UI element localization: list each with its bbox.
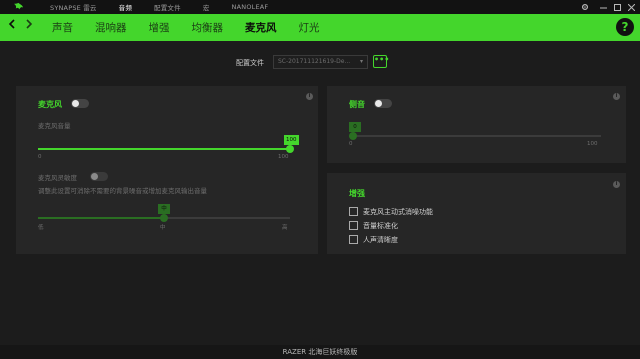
microphone-title: 麦克风 <box>38 100 62 109</box>
help-button[interactable]: ? <box>616 18 634 36</box>
info-icon[interactable]: i <box>306 93 313 100</box>
maximize-icon[interactable] <box>610 0 624 14</box>
sidetone-value: 0 <box>349 122 361 132</box>
microphone-toggle[interactable] <box>71 99 89 108</box>
microphone-volume-slider[interactable]: 100 <box>38 135 299 153</box>
enhancement-panel: i 增强 麦克风主动式消噪功能 音量标准化 人声清晰度 <box>327 173 626 254</box>
top-nav-item-profiles[interactable]: 配置文件 <box>154 2 181 12</box>
microphone-sensitivity-mid: 中 <box>160 225 166 231</box>
profile-dropdown[interactable]: SC-201711121619-De... ▾ <box>273 55 368 69</box>
microphone-sensitivity-fill <box>38 217 164 219</box>
microphone-volume-fill <box>38 148 290 150</box>
top-nav-item-macros[interactable]: 宏 <box>203 2 210 12</box>
microphone-sensitivity-low: 低 <box>38 225 44 231</box>
tab-sound[interactable]: 声音 <box>52 20 73 35</box>
razer-logo-icon[interactable] <box>13 2 24 13</box>
vocal-clarity-checkbox[interactable] <box>349 235 358 244</box>
microphone-sensitivity-high: 高 <box>282 225 288 231</box>
volume-normalization-label: 音量标准化 <box>363 222 398 230</box>
tab-mixer[interactable]: 混响器 <box>95 20 127 35</box>
sidetone-slider[interactable]: 0 <box>349 122 601 140</box>
profile-dropdown-value: SC-201711121619-De... <box>278 58 351 65</box>
sidetone-toggle[interactable] <box>374 99 392 108</box>
tab-lighting[interactable]: 灯光 <box>299 20 320 35</box>
info-icon[interactable]: i <box>613 181 620 188</box>
microphone-sensitivity-label: 麦克风灵敏度 <box>38 174 77 182</box>
tab-microphone[interactable]: 麦克风 <box>245 20 277 35</box>
minimize-icon[interactable] <box>596 0 610 14</box>
microphone-sensitivity-knob[interactable] <box>160 214 168 222</box>
top-nav: SYNAPSE 雷云 音频 配置文件 宏 NANOLEAF <box>50 0 290 14</box>
microphone-volume-label: 麦克风音量 <box>38 122 71 130</box>
noise-cancellation-checkbox[interactable] <box>349 207 358 216</box>
sidetone-panel: i 侧音 0 0 100 <box>327 86 626 163</box>
microphone-sensitivity-description: 调整此设置可消除不需要的背景噪音或增加麦克风输出音量 <box>38 187 207 195</box>
microphone-sensitivity-toggle[interactable] <box>90 172 108 181</box>
sidetone-title: 侧音 <box>349 100 365 109</box>
microphone-volume-value: 100 <box>284 135 299 145</box>
enhancement-title: 增强 <box>349 189 365 198</box>
info-icon[interactable]: i <box>613 93 620 100</box>
chevron-down-icon: ▾ <box>359 58 363 65</box>
tab-enhancement[interactable]: 增强 <box>149 20 170 35</box>
sub-nav: 声音 混响器 增强 均衡器 麦克风 灯光 <box>52 14 342 41</box>
sidetone-max: 100 <box>587 141 598 147</box>
gear-icon[interactable] <box>578 0 592 14</box>
top-nav-item-nanoleaf[interactable]: NANOLEAF <box>232 3 269 11</box>
vocal-clarity-label: 人声清晰度 <box>363 236 398 244</box>
microphone-sensitivity-value: 中 <box>158 204 170 214</box>
tab-equalizer[interactable]: 均衡器 <box>192 20 224 35</box>
back-arrow-icon[interactable] <box>8 19 15 32</box>
top-nav-item-audio[interactable]: 音频 <box>119 2 132 12</box>
profile-label: 配置文件 <box>236 59 264 67</box>
microphone-panel: i 麦克风 麦克风音量 100 0 100 麦克风灵敏度 调整此设置可消除不需要… <box>16 86 318 254</box>
forward-arrow-icon[interactable] <box>26 19 33 32</box>
noise-cancellation-label: 麦克风主动式消噪功能 <box>363 208 433 216</box>
top-nav-item-synapse[interactable]: SYNAPSE 雷云 <box>50 2 97 12</box>
microphone-volume-knob[interactable] <box>286 145 294 153</box>
device-name: RAZER 北海巨妖终极版 <box>282 348 358 356</box>
volume-normalization-checkbox[interactable] <box>349 221 358 230</box>
sidetone-knob[interactable] <box>349 132 357 140</box>
device-footer: RAZER 北海巨妖终极版 <box>0 345 640 359</box>
microphone-sensitivity-slider[interactable]: 中 <box>38 204 290 222</box>
close-icon[interactable] <box>624 0 638 14</box>
microphone-volume-min: 0 <box>38 154 42 160</box>
sidetone-min: 0 <box>349 141 353 147</box>
title-bar: SYNAPSE 雷云 音频 配置文件 宏 NANOLEAF <box>0 0 640 14</box>
microphone-volume-max: 100 <box>278 154 289 160</box>
profile-more-button[interactable]: ••• <box>373 55 389 68</box>
